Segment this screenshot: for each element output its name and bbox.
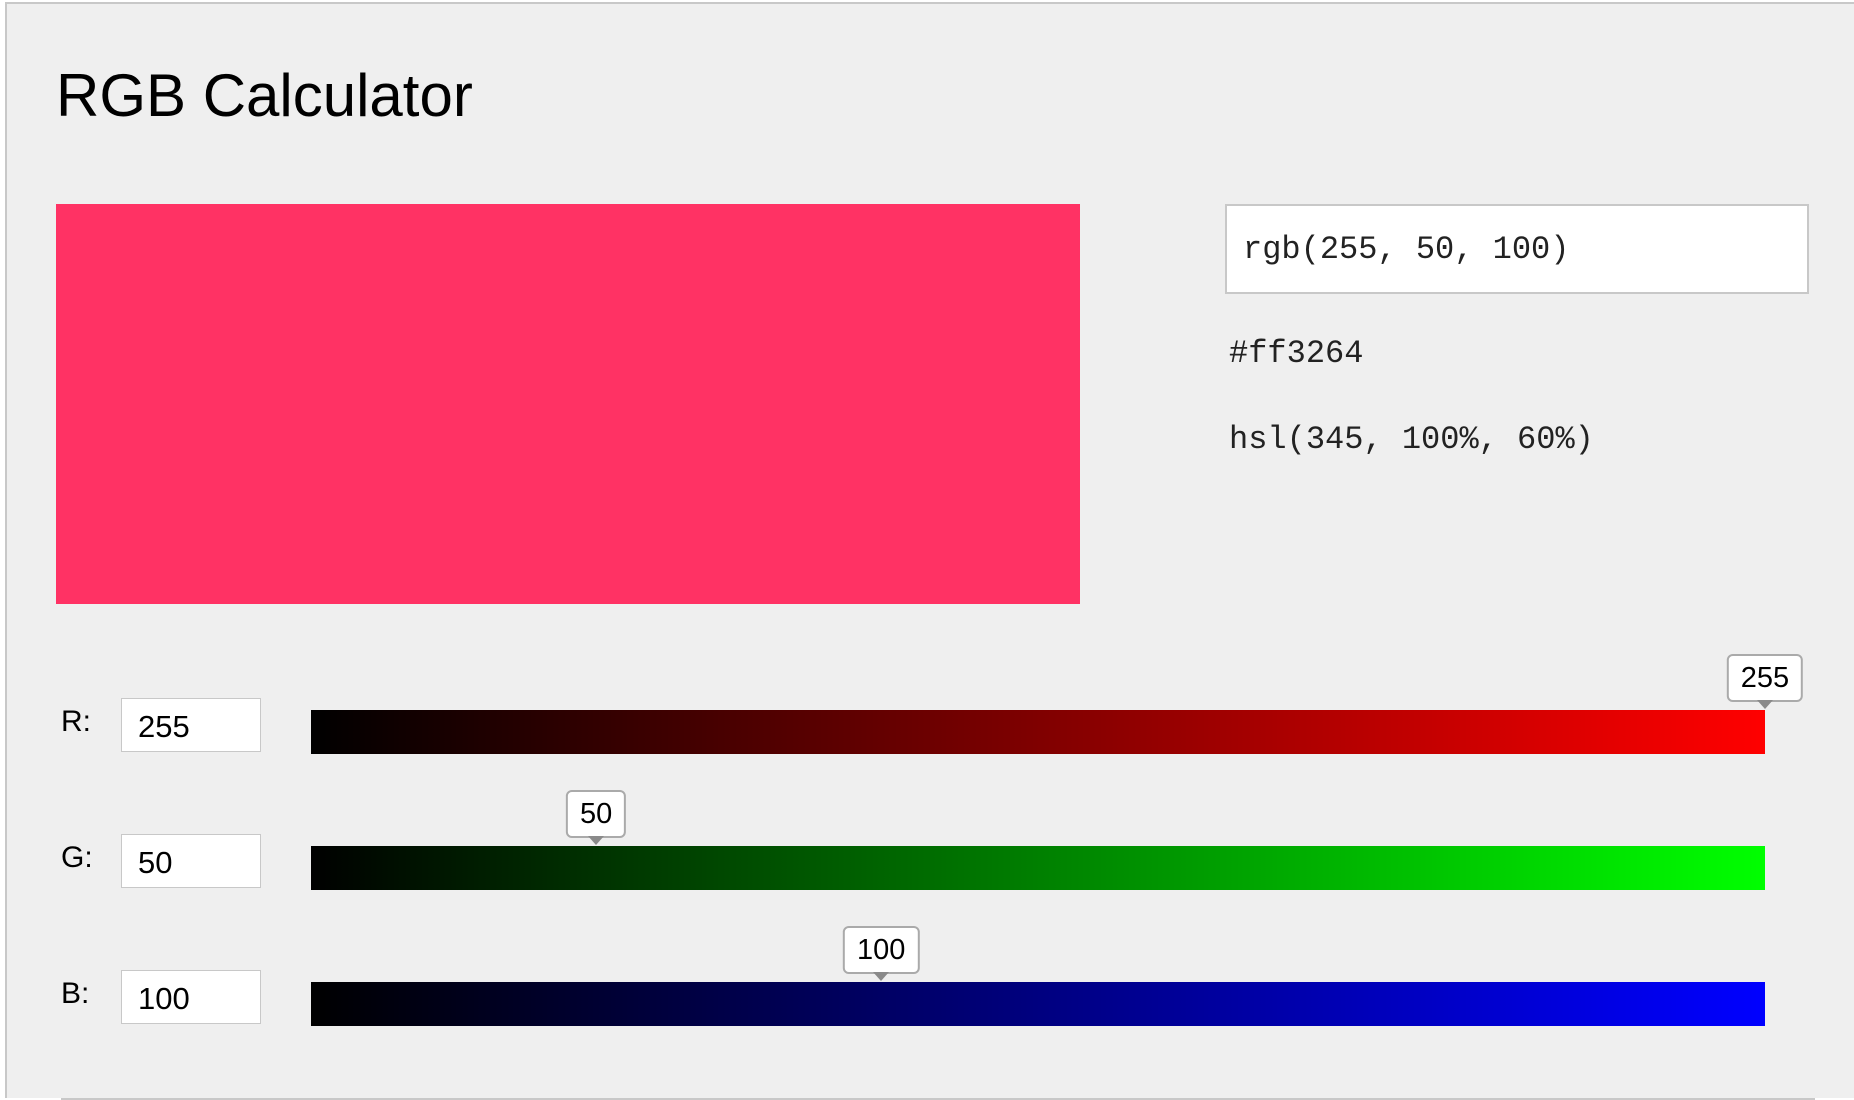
red-input[interactable] xyxy=(121,698,261,752)
blue-input[interactable] xyxy=(121,970,261,1024)
rgb-value-field[interactable] xyxy=(1225,204,1809,294)
color-preview-swatch xyxy=(56,204,1080,604)
blue-label: B: xyxy=(61,977,90,1010)
green-slider-tooltip: 50 xyxy=(565,790,627,838)
page-title: RGB Calculator xyxy=(56,62,473,129)
green-label: G: xyxy=(61,841,93,874)
blue-slider-handle[interactable] xyxy=(873,972,890,981)
green-slider[interactable]: 50 xyxy=(311,790,1765,890)
red-slider-tooltip: 255 xyxy=(1726,654,1804,702)
green-slider-handle[interactable] xyxy=(588,836,605,845)
blue-slider[interactable]: 100 xyxy=(311,926,1765,1026)
red-slider[interactable]: 255 xyxy=(311,654,1804,754)
hex-value: #ff3264 xyxy=(1229,335,1364,372)
red-label: R: xyxy=(61,705,91,738)
calculator-panel: RGB Calculator #ff3264 hsl(345, 100%, 60… xyxy=(5,2,1854,1100)
hsl-value: hsl(345, 100%, 60%) xyxy=(1229,421,1594,458)
red-slider-handle[interactable] xyxy=(1757,700,1773,709)
green-input[interactable] xyxy=(121,834,261,888)
blue-slider-tooltip: 100 xyxy=(842,926,920,974)
